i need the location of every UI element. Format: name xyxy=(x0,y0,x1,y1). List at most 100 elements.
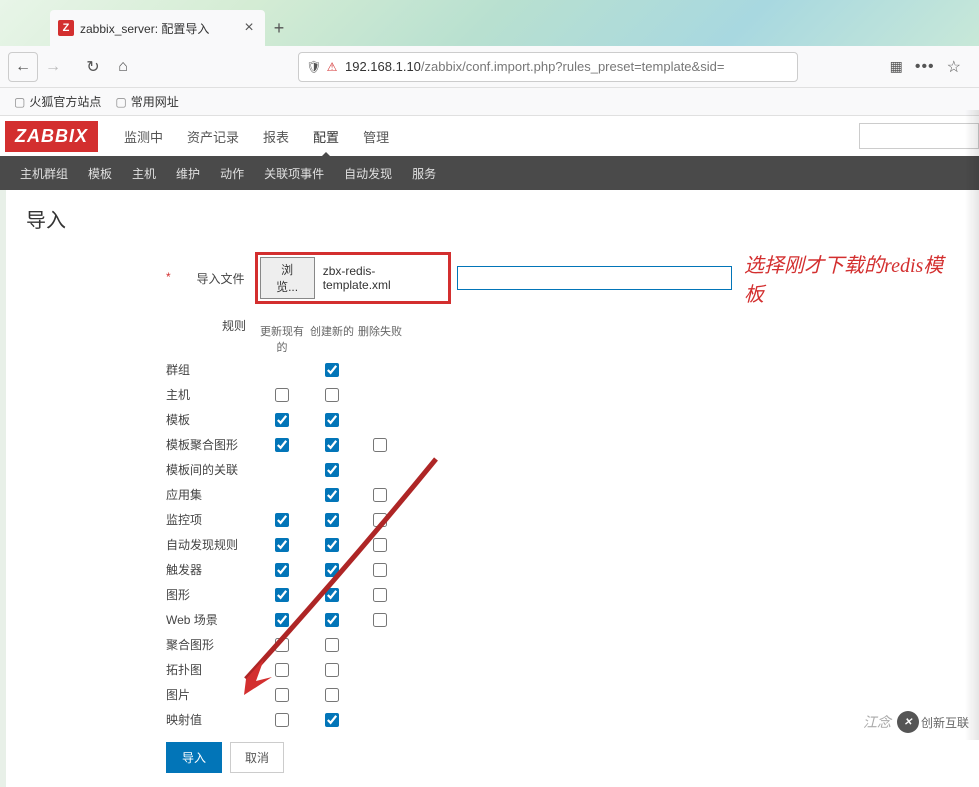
rule-checkbox[interactable] xyxy=(325,688,339,702)
rule-checkbox[interactable] xyxy=(275,688,289,702)
home-button[interactable]: ⌂ xyxy=(108,52,138,82)
rule-name: 图片 xyxy=(166,686,256,703)
subnav-item[interactable]: 动作 xyxy=(210,165,254,182)
folder-icon: ▢ xyxy=(14,95,25,109)
rule-checkbox[interactable] xyxy=(275,538,289,552)
rule-row: 触发器 xyxy=(166,561,959,578)
selected-file-name: zbx-redis-template.xml xyxy=(315,264,447,292)
subnav-item[interactable]: 自动发现 xyxy=(334,165,402,182)
rule-checkbox[interactable] xyxy=(325,388,339,402)
main-nav: 监测中资产记录报表配置管理 xyxy=(112,117,401,156)
rule-row: 应用集 xyxy=(166,486,959,503)
subnav-item[interactable]: 模板 xyxy=(78,165,122,182)
import-button[interactable]: 导入 xyxy=(166,742,222,773)
nav-item[interactable]: 监测中 xyxy=(112,117,175,156)
rule-checkbox[interactable] xyxy=(373,588,387,602)
menu-icon[interactable]: ••• xyxy=(915,58,935,76)
rule-checkbox[interactable] xyxy=(373,538,387,552)
col-update: 更新现有的 xyxy=(256,323,308,355)
rule-name: Web 场景 xyxy=(166,611,256,628)
rule-checkbox[interactable] xyxy=(275,613,289,627)
subnav-item[interactable]: 主机 xyxy=(122,165,166,182)
rule-checkbox[interactable] xyxy=(275,713,289,727)
rule-checkbox[interactable] xyxy=(373,488,387,502)
rule-row: 模板 xyxy=(166,411,959,428)
tab-title: zabbix_server: 配置导入 xyxy=(80,20,241,37)
rule-checkbox[interactable] xyxy=(325,613,339,627)
rule-checkbox[interactable] xyxy=(275,563,289,577)
rule-checkbox[interactable] xyxy=(275,663,289,677)
browse-button[interactable]: 浏览... xyxy=(260,257,315,299)
rule-checkbox[interactable] xyxy=(373,513,387,527)
bookmark-item[interactable]: ▢常用网址 xyxy=(115,93,178,110)
bookmark-item[interactable]: ▢火狐官方站点 xyxy=(14,93,101,110)
file-label: 导入文件 xyxy=(166,270,255,287)
rule-row: 聚合图形 xyxy=(166,636,959,653)
subnav-item[interactable]: 服务 xyxy=(402,165,446,182)
search-input[interactable] xyxy=(859,123,979,149)
nav-item[interactable]: 配置 xyxy=(301,117,351,156)
cancel-button[interactable]: 取消 xyxy=(230,742,284,773)
rule-checkbox[interactable] xyxy=(325,663,339,677)
nav-item[interactable]: 报表 xyxy=(251,117,301,156)
rule-checkbox[interactable] xyxy=(275,638,289,652)
rule-checkbox[interactable] xyxy=(325,438,339,452)
browser-tab[interactable]: Z zabbix_server: 配置导入 × xyxy=(50,10,265,46)
rule-name: 监控项 xyxy=(166,511,256,528)
rule-checkbox[interactable] xyxy=(325,638,339,652)
rule-name: 群组 xyxy=(166,361,256,378)
subnav-item[interactable]: 关联项事件 xyxy=(254,165,334,182)
nav-item[interactable]: 管理 xyxy=(351,117,401,156)
rule-checkbox[interactable] xyxy=(325,363,339,377)
rule-row: 映射值 xyxy=(166,711,959,728)
rules-label: 规则 xyxy=(166,317,256,334)
rule-checkbox[interactable] xyxy=(325,488,339,502)
url-text: 192.168.1.10/zabbix/conf.import.php?rule… xyxy=(341,59,791,74)
rule-name: 应用集 xyxy=(166,486,256,503)
forward-button: → xyxy=(38,52,68,82)
rule-row: 监控项 xyxy=(166,511,959,528)
back-button[interactable]: ← xyxy=(8,52,38,82)
rule-checkbox[interactable] xyxy=(275,413,289,427)
rule-row: Web 场景 xyxy=(166,611,959,628)
rule-name: 聚合图形 xyxy=(166,636,256,653)
page-title: 导入 xyxy=(26,204,959,233)
rule-name: 主机 xyxy=(166,386,256,403)
insecure-icon[interactable]: ⚠ xyxy=(323,60,341,74)
rule-checkbox[interactable] xyxy=(325,713,339,727)
rule-row: 模板聚合图形 xyxy=(166,436,959,453)
rule-row: 模板间的关联 xyxy=(166,461,959,478)
nav-item[interactable]: 资产记录 xyxy=(175,117,251,156)
bookmark-star-icon[interactable]: ☆ xyxy=(947,57,961,77)
rule-checkbox[interactable] xyxy=(373,438,387,452)
sub-nav: 主机群组模板主机维护动作关联项事件自动发现服务 xyxy=(0,156,979,190)
rule-name: 拓扑图 xyxy=(166,661,256,678)
qr-icon[interactable]: ▦ xyxy=(890,58,903,75)
file-path-field[interactable] xyxy=(457,266,732,290)
rule-checkbox[interactable] xyxy=(275,388,289,402)
reload-button[interactable]: ↻ xyxy=(78,52,108,82)
browser-tab-strip: Z zabbix_server: 配置导入 × + xyxy=(0,0,979,46)
bookmark-bar: ▢火狐官方站点 ▢常用网址 xyxy=(0,88,979,116)
rule-row: 群组 xyxy=(166,361,959,378)
rule-checkbox[interactable] xyxy=(373,563,387,577)
rule-checkbox[interactable] xyxy=(325,463,339,477)
rule-checkbox[interactable] xyxy=(275,588,289,602)
zabbix-logo[interactable]: ZABBIX xyxy=(5,121,98,152)
new-tab-button[interactable]: + xyxy=(265,10,293,46)
rule-checkbox[interactable] xyxy=(325,413,339,427)
rule-checkbox[interactable] xyxy=(325,538,339,552)
subnav-item[interactable]: 主机群组 xyxy=(10,165,78,182)
rule-checkbox[interactable] xyxy=(325,513,339,527)
file-input-highlight: 浏览... zbx-redis-template.xml xyxy=(255,252,452,304)
rule-checkbox[interactable] xyxy=(325,563,339,577)
tab-close-icon[interactable]: × xyxy=(241,19,257,37)
url-bar[interactable]: 🛡 ⚠ 192.168.1.10/zabbix/conf.import.php?… xyxy=(298,52,798,82)
shield-icon[interactable]: 🛡 xyxy=(305,60,323,74)
rule-checkbox[interactable] xyxy=(275,438,289,452)
rule-checkbox[interactable] xyxy=(275,513,289,527)
rule-checkbox[interactable] xyxy=(325,588,339,602)
rule-checkbox[interactable] xyxy=(373,613,387,627)
rule-name: 映射值 xyxy=(166,711,256,728)
subnav-item[interactable]: 维护 xyxy=(166,165,210,182)
